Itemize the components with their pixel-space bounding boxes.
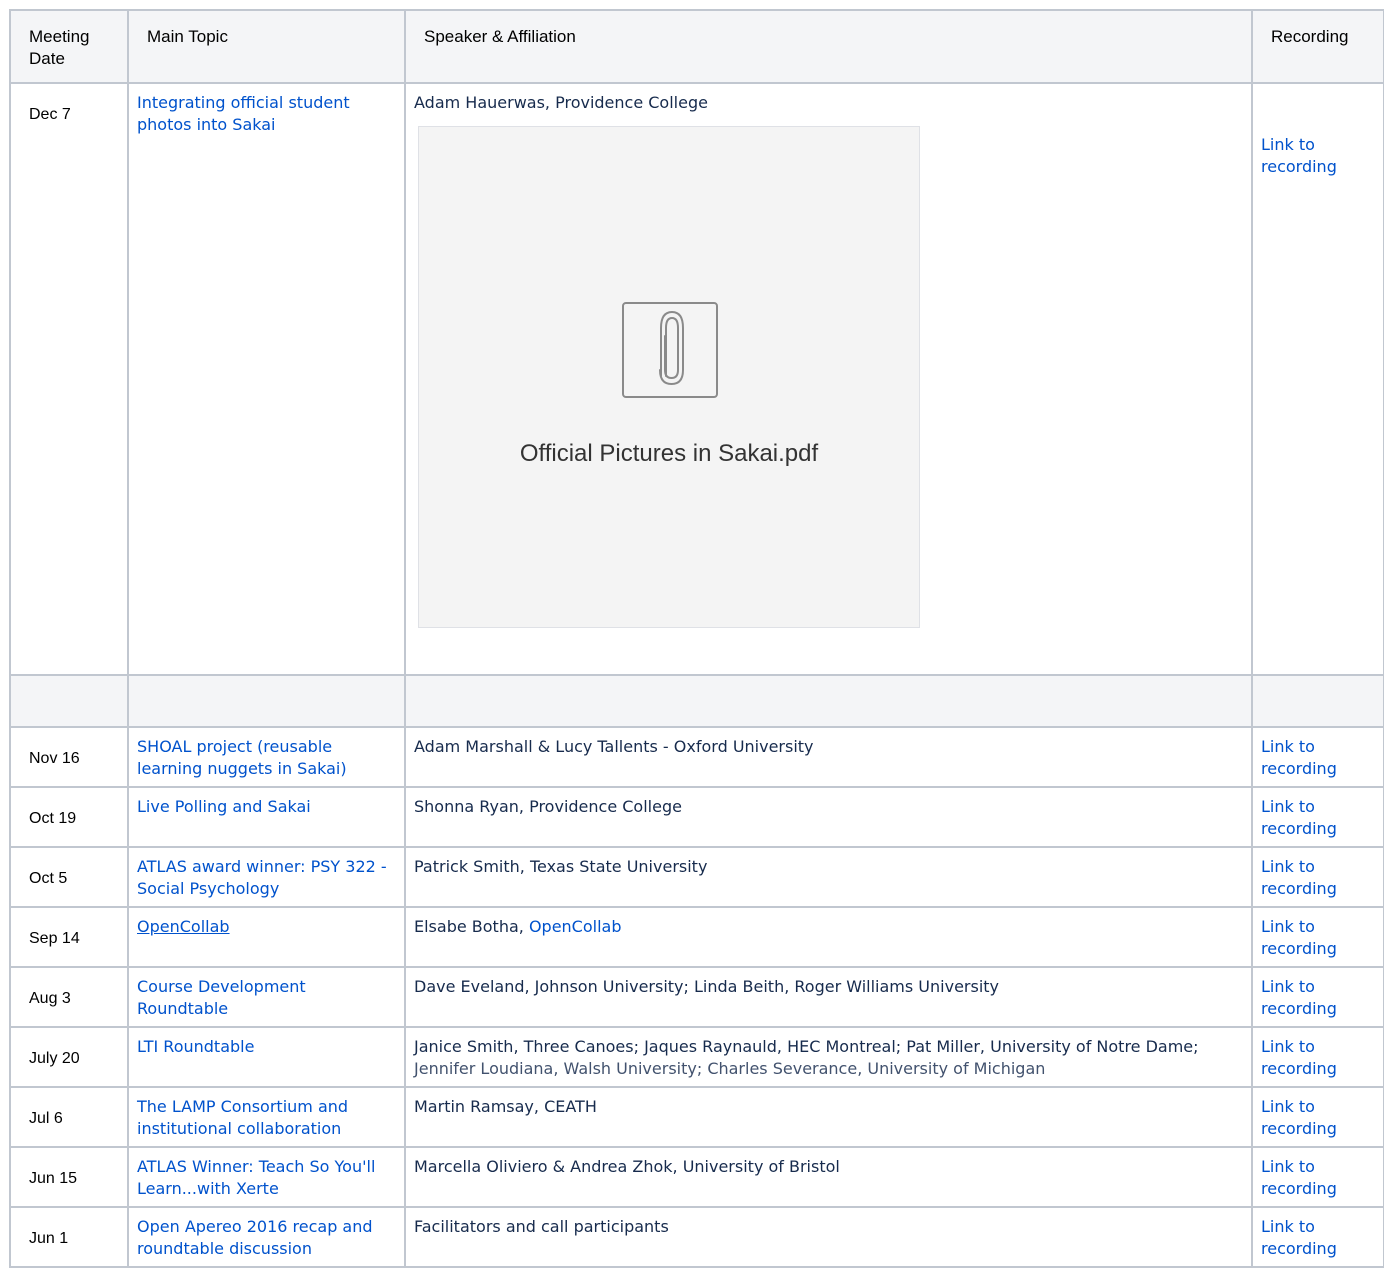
- speaker-cell: Patrick Smith, Texas State University: [404, 846, 1253, 908]
- topic-link[interactable]: ATLAS award winner: PSY 322 - Social Psy…: [137, 857, 387, 898]
- topic-link[interactable]: Live Polling and Sakai: [137, 797, 311, 816]
- recording-cell: Link to recording: [1251, 786, 1384, 848]
- recording-cell: Link to recording: [1251, 82, 1384, 676]
- pdf-attachment-preview[interactable]: Official Pictures in Sakai.pdf: [418, 126, 920, 628]
- main-topic-cell: Open Apereo 2016 recap and roundtable di…: [127, 1206, 406, 1268]
- meeting-date-cell: Jun 15: [9, 1146, 129, 1208]
- speaker-text: Elsabe Botha,: [414, 917, 529, 936]
- speaker-cell: Adam Hauerwas, Providence College Offici…: [404, 82, 1253, 676]
- paperclip-icon: [622, 302, 718, 398]
- meeting-date-cell: Nov 16: [9, 726, 129, 788]
- table-row: Dec 7 Integrating official student photo…: [9, 82, 1384, 676]
- recording-cell: Link to recording: [1251, 966, 1384, 1028]
- main-topic-cell: SHOAL project (reusable learning nuggets…: [127, 726, 406, 788]
- speaker-text-secondary: Jennifer Loudiana, Walsh University; Cha…: [414, 1059, 1046, 1078]
- recording-cell: Link to recording: [1251, 1026, 1384, 1088]
- table-header-row: Meeting Date Main Topic Speaker & Affili…: [9, 9, 1384, 84]
- header-speaker-affiliation: Speaker & Affiliation: [404, 9, 1253, 84]
- header-recording: Recording: [1251, 9, 1384, 84]
- speaker-cell: Shonna Ryan, Providence College: [404, 786, 1253, 848]
- table-row: Jun 1 Open Apereo 2016 recap and roundta…: [9, 1206, 1384, 1268]
- topic-link[interactable]: Open Apereo 2016 recap and roundtable di…: [137, 1217, 373, 1258]
- recording-cell: Link to recording: [1251, 1086, 1384, 1148]
- table-row: Jun 15 ATLAS Winner: Teach So You'll Lea…: [9, 1146, 1384, 1208]
- speaker-cell: Adam Marshall & Lucy Tallents - Oxford U…: [404, 726, 1253, 788]
- recording-cell: Link to recording: [1251, 726, 1384, 788]
- main-topic-cell: OpenCollab: [127, 906, 406, 968]
- speaker-text: Patrick Smith, Texas State University: [414, 857, 708, 876]
- recording-link[interactable]: Link to recording: [1261, 1157, 1337, 1198]
- topic-link[interactable]: LTI Roundtable: [137, 1037, 254, 1056]
- table-row: Oct 5 ATLAS award winner: PSY 322 - Soci…: [9, 846, 1384, 908]
- topic-link[interactable]: Integrating official student photos into…: [137, 93, 350, 134]
- table-row: Sep 14 OpenCollab Elsabe Botha, OpenColl…: [9, 906, 1384, 968]
- speaker-text: Janice Smith, Three Canoes; Jaques Rayna…: [414, 1037, 1199, 1056]
- speaker-cell: Marcella Oliviero & Andrea Zhok, Univers…: [404, 1146, 1253, 1208]
- speaker-text: Dave Eveland, Johnson University; Linda …: [414, 977, 1000, 996]
- meeting-date-cell: Jun 1: [9, 1206, 129, 1268]
- main-topic-cell: Course Development Roundtable: [127, 966, 406, 1028]
- empty-cell: [1251, 674, 1384, 728]
- speaker-cell: Martin Ramsay, CEATH: [404, 1086, 1253, 1148]
- meeting-date-cell: Aug 3: [9, 966, 129, 1028]
- speaker-text: Facilitators and call participants: [414, 1217, 669, 1236]
- topic-link[interactable]: OpenCollab: [137, 917, 230, 936]
- main-topic-cell: Integrating official student photos into…: [127, 82, 406, 676]
- recording-link[interactable]: Link to recording: [1261, 1097, 1337, 1138]
- main-topic-cell: LTI Roundtable: [127, 1026, 406, 1088]
- recording-link[interactable]: Link to recording: [1261, 917, 1337, 958]
- recording-link[interactable]: Link to recording: [1261, 857, 1337, 898]
- recording-cell: Link to recording: [1251, 1206, 1384, 1268]
- recording-link[interactable]: Link to recording: [1261, 1037, 1337, 1078]
- recording-link[interactable]: Link to recording: [1261, 977, 1337, 1018]
- topic-link[interactable]: The LAMP Consortium and institutional co…: [137, 1097, 348, 1138]
- header-main-topic: Main Topic: [127, 9, 406, 84]
- meeting-date-cell: Oct 19: [9, 786, 129, 848]
- speaker-text: Adam Hauerwas, Providence College: [414, 93, 708, 112]
- speaker-affiliation-link[interactable]: OpenCollab: [529, 917, 622, 936]
- empty-cell: [127, 674, 406, 728]
- table-row: July 20 LTI Roundtable Janice Smith, Thr…: [9, 1026, 1384, 1088]
- empty-cell: [404, 674, 1253, 728]
- meeting-date-cell: Oct 5: [9, 846, 129, 908]
- speaker-cell: Facilitators and call participants: [404, 1206, 1253, 1268]
- recording-cell: Link to recording: [1251, 1146, 1384, 1208]
- table-row: Nov 16 SHOAL project (reusable learning …: [9, 726, 1384, 788]
- table-row: Jul 6 The LAMP Consortium and institutio…: [9, 1086, 1384, 1148]
- empty-row: [9, 674, 1384, 728]
- speaker-text: Martin Ramsay, CEATH: [414, 1097, 597, 1116]
- speaker-text: Adam Marshall & Lucy Tallents - Oxford U…: [414, 737, 814, 756]
- topic-link[interactable]: Course Development Roundtable: [137, 977, 306, 1018]
- main-topic-cell: ATLAS Winner: Teach So You'll Learn...wi…: [127, 1146, 406, 1208]
- speaker-text: Shonna Ryan, Providence College: [414, 797, 682, 816]
- table-row: Aug 3 Course Development Roundtable Dave…: [9, 966, 1384, 1028]
- meeting-date-cell: July 20: [9, 1026, 129, 1088]
- speaker-cell: Janice Smith, Three Canoes; Jaques Rayna…: [404, 1026, 1253, 1088]
- recording-link[interactable]: Link to recording: [1261, 737, 1337, 778]
- meetings-table-wrapper: Meeting Date Main Topic Speaker & Affili…: [9, 9, 1384, 1268]
- recording-link[interactable]: Link to recording: [1261, 1217, 1337, 1258]
- header-meeting-date: Meeting Date: [9, 9, 129, 84]
- main-topic-cell: Live Polling and Sakai: [127, 786, 406, 848]
- topic-link[interactable]: ATLAS Winner: Teach So You'll Learn...wi…: [137, 1157, 375, 1198]
- main-topic-cell: ATLAS award winner: PSY 322 - Social Psy…: [127, 846, 406, 908]
- meeting-date-cell: Jul 6: [9, 1086, 129, 1148]
- pdf-filename: Official Pictures in Sakai.pdf: [519, 440, 819, 467]
- speaker-cell: Dave Eveland, Johnson University; Linda …: [404, 966, 1253, 1028]
- main-topic-cell: The LAMP Consortium and institutional co…: [127, 1086, 406, 1148]
- recording-cell: Link to recording: [1251, 906, 1384, 968]
- empty-cell: [9, 674, 129, 728]
- recording-cell: Link to recording: [1251, 846, 1384, 908]
- speaker-text: Marcella Oliviero & Andrea Zhok, Univers…: [414, 1157, 840, 1176]
- meeting-date-cell: Sep 14: [9, 906, 129, 968]
- meetings-table: Meeting Date Main Topic Speaker & Affili…: [9, 9, 1384, 1268]
- meeting-date-cell: Dec 7: [9, 82, 129, 676]
- table-row: Oct 19 Live Polling and Sakai Shonna Rya…: [9, 786, 1384, 848]
- recording-link[interactable]: Link to recording: [1261, 135, 1337, 176]
- speaker-cell: Elsabe Botha, OpenCollab: [404, 906, 1253, 968]
- topic-link[interactable]: SHOAL project (reusable learning nuggets…: [137, 737, 347, 778]
- recording-link[interactable]: Link to recording: [1261, 797, 1337, 838]
